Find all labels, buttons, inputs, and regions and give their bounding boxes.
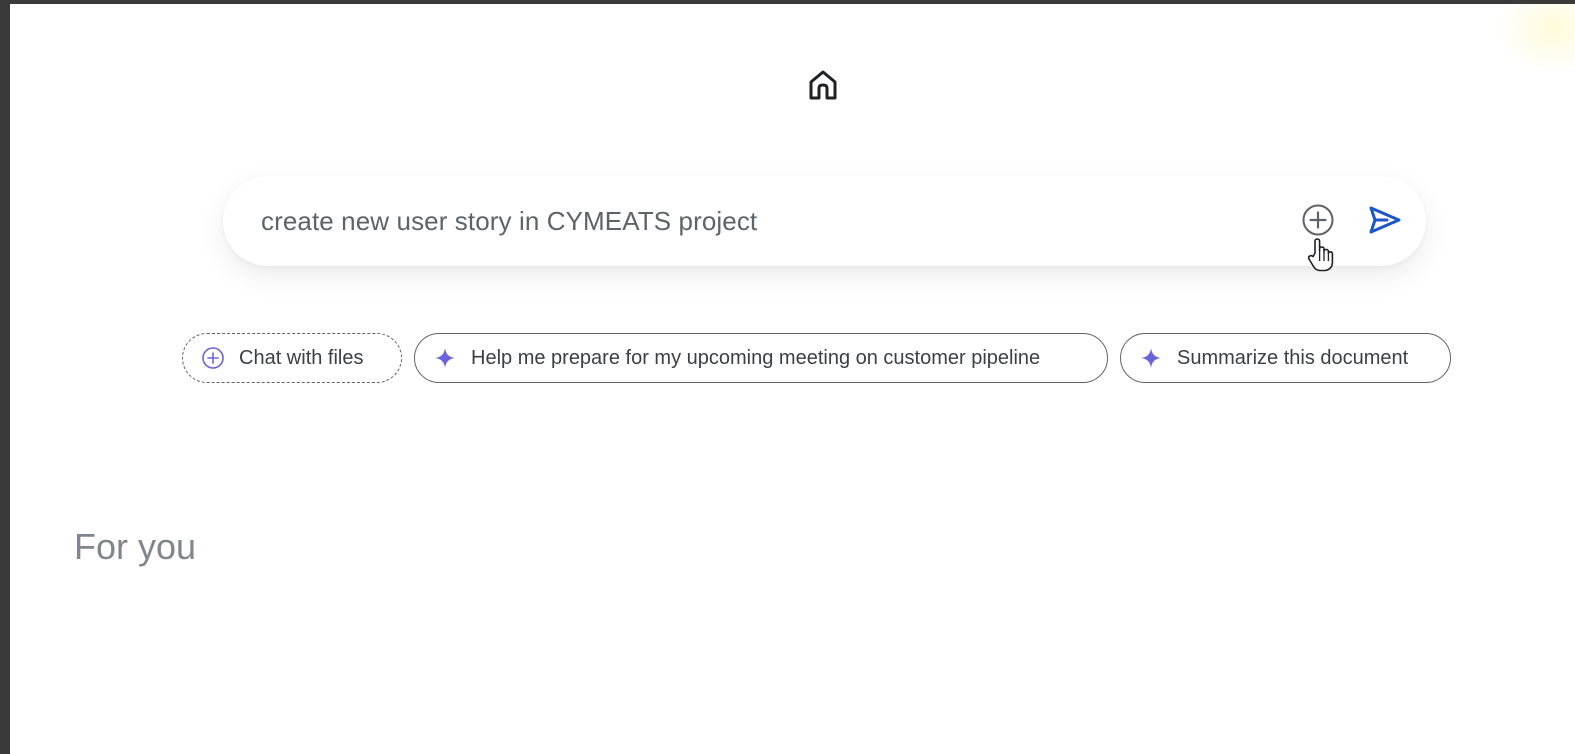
chip-label: Chat with files	[239, 346, 364, 369]
sparkle-icon	[433, 346, 457, 370]
send-icon[interactable]	[1367, 204, 1403, 236]
chip-help-prepare-meeting[interactable]: Help me prepare for my upcoming meeting …	[414, 333, 1108, 383]
prompt-input-container[interactable]: create new user story in CYMEATS project	[223, 176, 1426, 272]
add-circle-icon[interactable]	[1301, 203, 1335, 237]
home-icon[interactable]	[807, 68, 839, 102]
add-circle-icon	[201, 346, 225, 370]
suggestion-chips: Chat with files Help me prepare for my u…	[10, 333, 1575, 385]
app-window: create new user story in CYMEATS project	[10, 4, 1575, 754]
sparkle-icon	[1139, 346, 1163, 370]
prompt-input[interactable]: create new user story in CYMEATS project	[261, 206, 757, 237]
chip-summarize-document[interactable]: Summarize this document	[1120, 333, 1451, 383]
section-title-for-you: For you	[74, 526, 197, 567]
corner-glow	[1495, 4, 1575, 74]
chip-label: Summarize this document	[1177, 346, 1409, 369]
chip-chat-with-files[interactable]: Chat with files	[182, 333, 402, 383]
hand-pointer-cursor-icon	[1306, 237, 1336, 273]
chip-label: Help me prepare for my upcoming meeting …	[471, 346, 1041, 369]
